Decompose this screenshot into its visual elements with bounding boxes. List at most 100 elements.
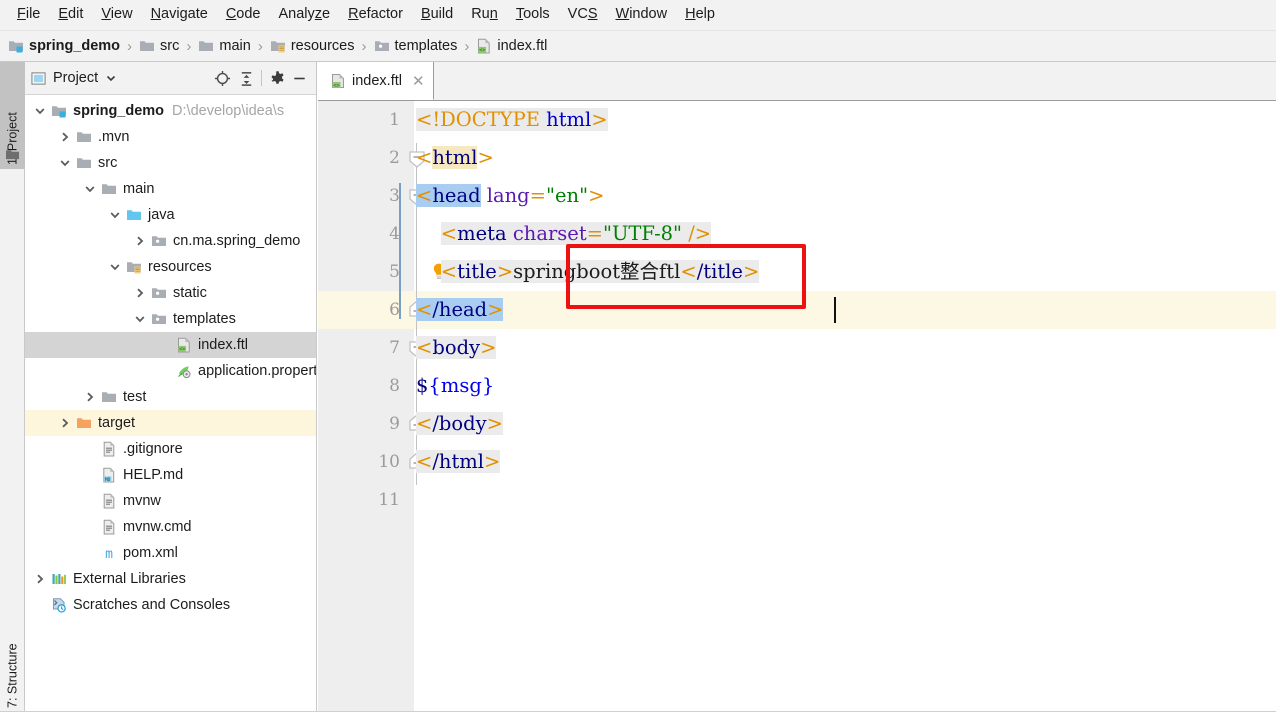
- tree-node-templates[interactable]: templates: [25, 306, 316, 332]
- markdown-file-icon: MD: [103, 467, 115, 483]
- menu-item-window[interactable]: Window: [607, 4, 677, 26]
- code-text[interactable]: <!DOCTYPE html> <html> <head lang="en"> <m…: [414, 101, 1276, 712]
- menu-item-edit[interactable]: Edit: [49, 4, 92, 26]
- tree-node-index-ftl[interactable]: <> index.ftl: [25, 332, 316, 358]
- tree-node-pom-xml[interactable]: m pom.xml: [25, 540, 316, 566]
- project-tree[interactable]: spring_demo D:\develop\idea\s .mvn src main j…: [25, 95, 316, 711]
- tree-node-label: application.propert: [198, 363, 316, 379]
- code-line-7[interactable]: <body>: [416, 329, 497, 367]
- code-editor[interactable]: 1 2 3 4 5 6 7 8 9 10 11 <!DOCTYPE html> <html> <head…: [318, 101, 1276, 712]
- chevron-right-icon[interactable]: [33, 572, 47, 586]
- ftl-file-icon: <>: [176, 337, 194, 353]
- chevron-down-icon[interactable]: [83, 182, 97, 196]
- menu-item-file[interactable]: File: [8, 4, 49, 26]
- code-line-11[interactable]: [416, 481, 422, 519]
- tree-node-application-propert[interactable]: application.propert: [25, 358, 316, 384]
- menu-item-navigate[interactable]: Navigate: [142, 4, 217, 26]
- menu-item-build[interactable]: Build: [412, 4, 462, 26]
- code-line-3[interactable]: <head lang="en">: [416, 177, 604, 215]
- code-token: springboot整合ftl: [513, 260, 681, 283]
- code-token: <: [416, 184, 433, 207]
- breadcrumb-item-templates[interactable]: templates: [374, 38, 457, 54]
- locate-target-icon[interactable]: [211, 67, 233, 89]
- breadcrumb-item-label: main: [219, 38, 251, 54]
- menu-item-view[interactable]: View: [92, 4, 141, 26]
- code-line-2[interactable]: <html>: [416, 139, 494, 177]
- code-line-4[interactable]: <meta charset="UTF-8" />: [416, 215, 712, 253]
- settings-gear-icon[interactable]: [266, 67, 288, 89]
- tree-node--mvn[interactable]: .mvn: [25, 124, 316, 150]
- menu-item-run[interactable]: Run: [462, 4, 507, 26]
- code-line-9[interactable]: </body>: [416, 405, 503, 443]
- tree-node-target[interactable]: target: [25, 410, 316, 436]
- menu-item-refactor[interactable]: Refactor: [339, 4, 412, 26]
- tree-node-spring-demo[interactable]: spring_demo D:\develop\idea\s: [25, 98, 316, 124]
- breadcrumb-item-src[interactable]: src: [139, 38, 179, 54]
- resources-folder-icon: [270, 41, 285, 53]
- chevron-down-icon[interactable]: [58, 156, 72, 170]
- tree-node-static[interactable]: static: [25, 280, 316, 306]
- tree-node-test[interactable]: test: [25, 384, 316, 410]
- line-number: 6: [389, 300, 400, 320]
- code-line-8[interactable]: ${msg}: [416, 367, 494, 405]
- tree-node-external-libraries[interactable]: External Libraries: [25, 566, 316, 592]
- editor-tab-index-ftl[interactable]: <> index.ftl ✕: [318, 62, 434, 100]
- chevron-right-icon[interactable]: [83, 390, 97, 404]
- tree-node-resources[interactable]: resources: [25, 254, 316, 280]
- tree-node-src[interactable]: src: [25, 150, 316, 176]
- code-token: charset: [512, 222, 587, 245]
- menu-item-help[interactable]: Help: [676, 4, 724, 26]
- package-folder-icon: [152, 314, 166, 324]
- chevron-down-icon[interactable]: [133, 312, 147, 326]
- tree-node--gitignore[interactable]: .gitignore: [25, 436, 316, 462]
- breadcrumb-item-main[interactable]: main: [198, 38, 251, 54]
- menu-item-vcs[interactable]: VCS: [559, 4, 607, 26]
- breadcrumb-item-index-ftl[interactable]: <> index.ftl: [476, 38, 547, 54]
- menu-item-code[interactable]: Code: [217, 4, 270, 26]
- chevron-right-icon[interactable]: [133, 286, 147, 300]
- tree-node-help-md[interactable]: MD HELP.md: [25, 462, 316, 488]
- svg-text:<>: <>: [480, 48, 486, 54]
- breadcrumb-item-resources[interactable]: resources: [270, 38, 355, 54]
- code-line-5[interactable]: <title>springboot整合ftl</title>: [416, 253, 760, 291]
- code-line-10[interactable]: </html>: [416, 443, 501, 481]
- hide-minimize-icon[interactable]: [288, 67, 310, 89]
- maven-file-icon: m: [101, 545, 119, 562]
- folder-icon: [199, 41, 214, 51]
- code-line-6[interactable]: </head>: [416, 291, 504, 329]
- tree-node-label: src: [98, 155, 118, 171]
- editor-tab-label: index.ftl: [352, 72, 402, 89]
- tree-node-java[interactable]: java: [25, 202, 316, 228]
- code-line-1[interactable]: <!DOCTYPE html>: [416, 101, 608, 139]
- text-file-icon: [101, 519, 119, 535]
- code-token: >: [486, 412, 503, 435]
- chevron-down-icon[interactable]: [33, 104, 47, 118]
- close-icon[interactable]: ✕: [412, 72, 425, 90]
- folder-icon: [102, 184, 116, 194]
- code-token: />: [688, 222, 712, 245]
- chevron-right-icon[interactable]: [58, 130, 72, 144]
- menu-item-analyze[interactable]: Analyze: [270, 4, 340, 26]
- tree-node-cn-ma-spring-demo[interactable]: cn.ma.spring_demo: [25, 228, 316, 254]
- breadcrumb-item-spring-demo[interactable]: spring_demo: [8, 38, 120, 54]
- code-token: head: [432, 184, 481, 207]
- menu-item-tools[interactable]: Tools: [507, 4, 559, 26]
- code-token: <: [680, 260, 697, 283]
- collapse-all-icon[interactable]: [235, 67, 257, 89]
- tree-node-scratches-and-consoles[interactable]: Scratches and Consoles: [25, 592, 316, 618]
- chevron-down-icon[interactable]: [108, 260, 122, 274]
- scratches-icon: [51, 597, 69, 613]
- markdown-file-icon: MD: [101, 467, 119, 483]
- tree-node-label: test: [123, 389, 147, 405]
- chevron-down-icon[interactable]: [108, 208, 122, 222]
- chevron-right-icon[interactable]: [133, 234, 147, 248]
- chevron-right-icon[interactable]: [58, 416, 72, 430]
- libraries-icon: [51, 571, 69, 587]
- tree-node-mvnw[interactable]: mvnw: [25, 488, 316, 514]
- tree-node-mvnw-cmd[interactable]: mvnw.cmd: [25, 514, 316, 540]
- chevron-down-icon[interactable]: [105, 72, 117, 84]
- tree-node-main[interactable]: main: [25, 176, 316, 202]
- tool-window-tab-structure[interactable]: 7: Structure: [0, 618, 25, 712]
